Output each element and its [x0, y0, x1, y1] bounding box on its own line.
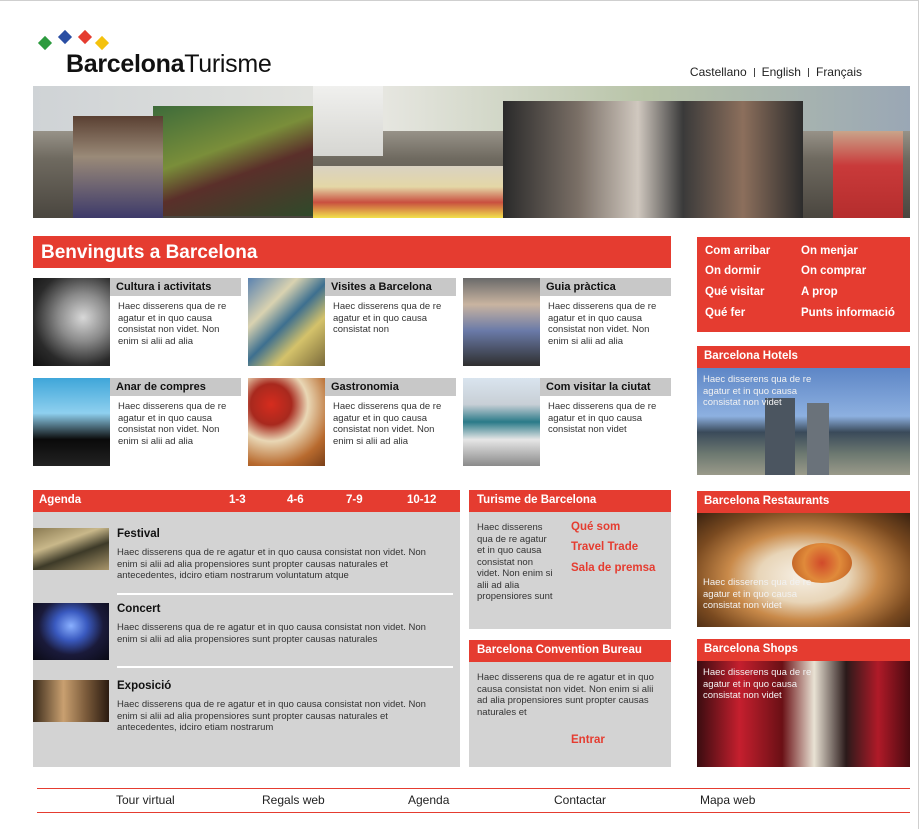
link-com-arribar[interactable]: Com arribar: [705, 245, 770, 257]
lang-separator: [807, 68, 809, 78]
hero-umbrella: [313, 86, 383, 156]
link-que-visitar[interactable]: Qué visitar: [705, 286, 764, 298]
hotels-box[interactable]: Barcelona Hotels Haec disserens qua de r…: [697, 346, 910, 475]
agenda-range-10-12[interactable]: 10-12: [407, 494, 436, 506]
tile-visites[interactable]: Visites a Barcelona Haec disserens qua d…: [248, 278, 458, 368]
tile-text: Haec disserens qua de re agatur et in qu…: [548, 401, 657, 435]
event-text: Haec disserens qua de re agatur et in qu…: [117, 699, 426, 733]
tile-cultura[interactable]: Cultura i activitats Haec disserens qua …: [33, 278, 243, 368]
hero-vendor: [73, 116, 163, 218]
restaurants-image: Haec disserens qua de re agatur et in qu…: [697, 513, 910, 627]
tile-title: Gastronomia: [325, 378, 456, 396]
tile-title: Com visitar la ciutat: [540, 378, 671, 396]
agenda-range-7-9[interactable]: 7-9: [346, 494, 363, 506]
tile-title: Anar de compres: [110, 378, 241, 396]
restaurants-title: Barcelona Restaurants: [697, 491, 910, 513]
cultura-image: [33, 278, 110, 366]
link-on-menjar[interactable]: On menjar: [801, 245, 858, 257]
gastronomia-image: [248, 378, 325, 466]
tile-text: Haec disserens qua de re agatur et in qu…: [333, 401, 442, 447]
event-title: Festival: [117, 528, 160, 540]
link-on-comprar[interactable]: On comprar: [801, 265, 866, 277]
lang-castellano[interactable]: Castellano: [690, 65, 747, 79]
hero-photo: [33, 86, 910, 218]
lang-separator: [753, 68, 755, 78]
link-travel-trade[interactable]: Travel Trade: [571, 541, 638, 553]
hotels-title: Barcelona Hotels: [697, 346, 910, 368]
restaurants-box[interactable]: Barcelona Restaurants Haec disserens qua…: [697, 491, 910, 627]
tile-text: Haec disserens qua de re agatur et in qu…: [118, 401, 227, 447]
agenda-range-1-3[interactable]: 1-3: [229, 494, 246, 506]
event-text: Haec disserens qua de re agatur et in qu…: [117, 622, 426, 645]
hero-red-sweater: [833, 131, 903, 218]
hotels-text: Haec disserens qua de re agatur et in qu…: [703, 374, 812, 408]
page-title: Benvinguts a Barcelona: [33, 236, 671, 268]
tile-visitar-ciutat[interactable]: Com visitar la ciutat Haec disserens qua…: [463, 378, 673, 468]
tile-title: Visites a Barcelona: [325, 278, 456, 296]
convention-title: Barcelona Convention Bureau: [469, 640, 671, 662]
hero-flowers: [153, 106, 313, 216]
convention-text: Haec disserens qua de re agatur et in qu…: [477, 672, 654, 718]
convention-enter-link[interactable]: Entrar: [571, 734, 605, 746]
hero-crowd: [503, 101, 803, 218]
lang-english[interactable]: English: [762, 65, 801, 79]
hotel-tower: [765, 398, 795, 475]
restaurants-text: Haec disserens qua de re agatur et in qu…: [703, 577, 812, 611]
visites-image: [248, 278, 325, 366]
exposicio-image: [33, 680, 109, 722]
lang-francais[interactable]: Français: [816, 65, 862, 79]
event-text: Haec disserens qua de re agatur et in qu…: [117, 547, 426, 581]
shops-box[interactable]: Barcelona Shops Haec disserens qua de re…: [697, 639, 910, 767]
tile-text: Haec disserens qua de re agatur et in qu…: [118, 301, 227, 347]
footer-bottom-line: [37, 812, 910, 813]
event-divider: [117, 593, 453, 595]
shops-image: Haec disserens qua de re agatur et in qu…: [697, 661, 910, 767]
shops-text: Haec disserens qua de re agatur et in qu…: [703, 667, 812, 701]
footer-agenda[interactable]: Agenda: [408, 793, 449, 807]
language-selector: Castellano English Français: [690, 65, 862, 79]
tile-title: Guia pràctica: [540, 278, 671, 296]
agenda-range-4-6[interactable]: 4-6: [287, 494, 304, 506]
guia-image: [463, 278, 540, 366]
turisme-title: Turisme de Barcelona: [469, 490, 671, 512]
quick-links-panel: Com arribar On menjar On dormir On compr…: [697, 237, 910, 332]
footer-top-line: [37, 788, 910, 789]
link-on-dormir[interactable]: On dormir: [705, 265, 761, 277]
tile-text: Haec disserens qua de re agatur et in qu…: [333, 301, 442, 335]
link-punts-informacio[interactable]: Punts informació: [801, 307, 895, 319]
event-divider: [117, 666, 453, 668]
tram-image: [463, 378, 540, 466]
festival-image: [33, 528, 109, 570]
concert-image: [33, 603, 109, 660]
link-que-som[interactable]: Qué som: [571, 521, 620, 533]
event-title: Concert: [117, 603, 161, 615]
footer-contactar[interactable]: Contactar: [554, 793, 606, 807]
convention-panel: Barcelona Convention Bureau Haec dissere…: [469, 640, 671, 767]
link-a-prop[interactable]: A prop: [801, 286, 838, 298]
tile-guia[interactable]: Guia pràctica Haec disserens qua de re a…: [463, 278, 673, 368]
hotels-image: Haec disserens qua de re agatur et in qu…: [697, 368, 910, 475]
link-sala-de-premsa[interactable]: Sala de premsa: [571, 562, 655, 574]
tile-gastronomia[interactable]: Gastronomia Haec disserens qua de re aga…: [248, 378, 458, 468]
link-que-fer[interactable]: Qué fer: [705, 307, 745, 319]
footer-tour-virtual[interactable]: Tour virtual: [116, 793, 175, 807]
event-title: Exposició: [117, 680, 172, 692]
hero-bookstall: [313, 166, 503, 218]
turisme-panel: Turisme de Barcelona Haec disserens qua …: [469, 490, 671, 629]
footer-mapa-web[interactable]: Mapa web: [700, 793, 755, 807]
turisme-text: Haec disserens qua de re agatur et in qu…: [477, 522, 553, 602]
agenda-panel: Agenda 1-3 4-6 7-9 10-12 Festival Haec d…: [33, 490, 460, 767]
shops-title: Barcelona Shops: [697, 639, 910, 661]
footer-regals-web[interactable]: Regals web: [262, 793, 325, 807]
tile-title: Cultura i activitats: [110, 278, 241, 296]
tile-compres[interactable]: Anar de compres Haec disserens qua de re…: [33, 378, 243, 468]
tile-text: Haec disserens qua de re agatur et in qu…: [548, 301, 657, 347]
hotel-tower: [807, 403, 829, 475]
agenda-title: Agenda: [39, 494, 82, 506]
agenda-header: Agenda 1-3 4-6 7-9 10-12: [33, 490, 460, 512]
logo-text: BarcelonaTurisme: [66, 50, 272, 78]
compres-image: [33, 378, 110, 466]
